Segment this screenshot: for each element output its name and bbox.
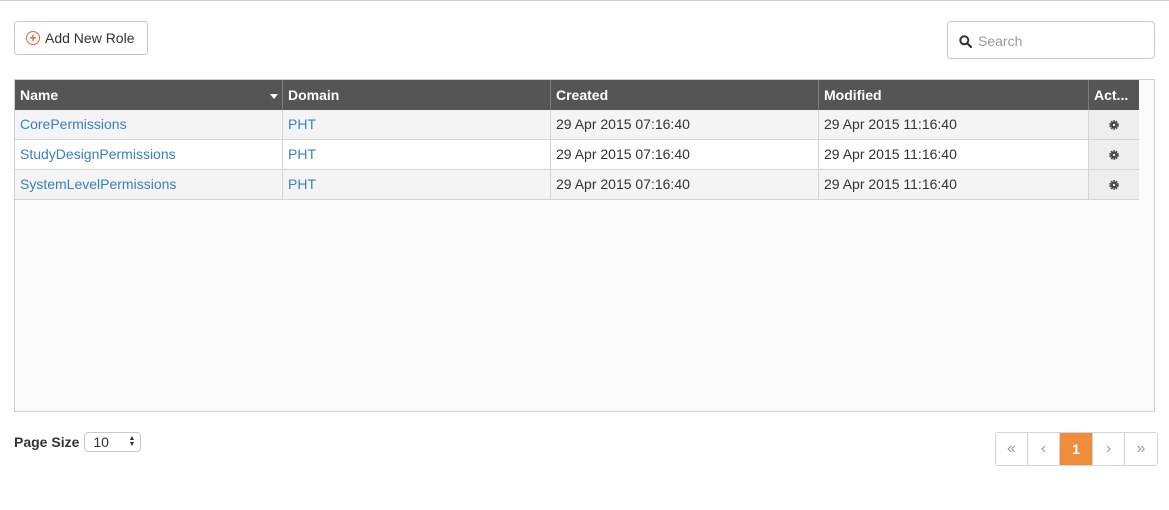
column-header-actions[interactable]: Act...	[1089, 80, 1139, 110]
column-header-domain-label: Domain	[288, 87, 340, 103]
column-header-modified[interactable]: Modified	[819, 80, 1089, 110]
add-new-role-label: Add New Role	[45, 30, 135, 46]
search-box[interactable]	[947, 21, 1155, 59]
add-new-role-button[interactable]: + Add New Role	[14, 21, 148, 55]
grid-header: Name Domain Created Modified Act...	[15, 80, 1139, 110]
page-size-label: Page Size	[14, 434, 80, 450]
table-row[interactable]: StudyDesignPermissions PHT 29 Apr 2015 0…	[15, 140, 1139, 170]
created-cell: 29 Apr 2015 07:16:40	[551, 170, 819, 199]
column-header-actions-label: Act...	[1094, 87, 1129, 103]
search-icon	[959, 35, 972, 48]
modified-cell: 29 Apr 2015 11:16:40	[819, 170, 1089, 199]
domain-link[interactable]: PHT	[283, 110, 551, 139]
modified-cell: 29 Apr 2015 11:16:40	[819, 140, 1089, 169]
first-page-button[interactable]: «	[996, 433, 1028, 465]
page-size-select[interactable]: 10 ▲ ▼	[84, 432, 142, 452]
roles-grid: Name Domain Created Modified Act... Core…	[14, 79, 1155, 412]
created-cell: 29 Apr 2015 07:16:40	[551, 140, 819, 169]
table-row[interactable]: SystemLevelPermissions PHT 29 Apr 2015 0…	[15, 170, 1139, 200]
prev-page-button[interactable]: ‹	[1028, 433, 1060, 465]
pagination: « ‹ 1 › »	[995, 432, 1158, 466]
plus-circle-icon: +	[26, 31, 40, 45]
role-name-link[interactable]: CorePermissions	[15, 110, 283, 139]
gear-icon[interactable]	[1108, 179, 1120, 191]
role-name-link[interactable]: SystemLevelPermissions	[15, 170, 283, 199]
role-name-link[interactable]: StudyDesignPermissions	[15, 140, 283, 169]
select-arrows-icon: ▲ ▼	[128, 435, 136, 448]
grid-body: CorePermissions PHT 29 Apr 2015 07:16:40…	[15, 110, 1139, 200]
search-input[interactable]	[978, 28, 1148, 54]
gear-icon[interactable]	[1108, 149, 1120, 161]
column-header-name[interactable]: Name	[15, 80, 283, 110]
modified-cell: 29 Apr 2015 11:16:40	[819, 110, 1089, 139]
page-size-control: Page Size 10 ▲ ▼	[14, 432, 142, 452]
sort-descending-icon	[270, 94, 278, 99]
column-header-domain[interactable]: Domain	[283, 80, 551, 110]
domain-link[interactable]: PHT	[283, 170, 551, 199]
column-header-created-label: Created	[556, 87, 609, 103]
column-header-modified-label: Modified	[824, 87, 882, 103]
page-1-button[interactable]: 1	[1060, 433, 1093, 465]
column-header-created[interactable]: Created	[551, 80, 819, 110]
created-cell: 29 Apr 2015 07:16:40	[551, 110, 819, 139]
next-page-button[interactable]: ›	[1093, 433, 1125, 465]
page-size-value: 10	[93, 434, 109, 450]
actions-cell	[1089, 170, 1139, 199]
actions-cell	[1089, 110, 1139, 139]
gear-icon[interactable]	[1108, 119, 1120, 131]
top-divider	[0, 0, 1169, 1]
column-header-name-label: Name	[20, 87, 59, 103]
last-page-button[interactable]: »	[1125, 433, 1157, 465]
actions-cell	[1089, 140, 1139, 169]
table-row[interactable]: CorePermissions PHT 29 Apr 2015 07:16:40…	[15, 110, 1139, 140]
domain-link[interactable]: PHT	[283, 140, 551, 169]
